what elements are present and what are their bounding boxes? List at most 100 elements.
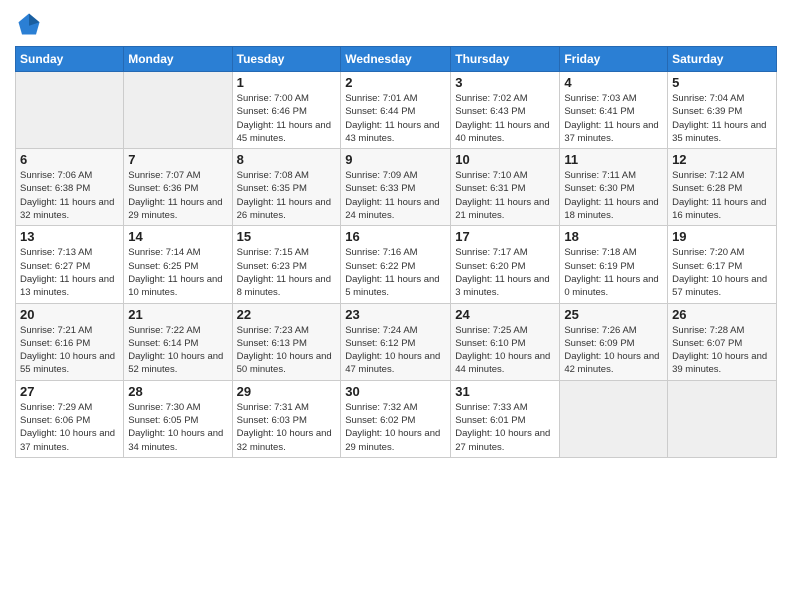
calendar-day-header: Thursday — [451, 47, 560, 72]
day-info: Sunrise: 7:26 AM Sunset: 6:09 PM Dayligh… — [564, 324, 663, 377]
day-number: 17 — [455, 229, 555, 244]
day-number: 24 — [455, 307, 555, 322]
calendar-day-header: Friday — [560, 47, 668, 72]
day-info: Sunrise: 7:33 AM Sunset: 6:01 PM Dayligh… — [455, 401, 555, 454]
day-info: Sunrise: 7:08 AM Sunset: 6:35 PM Dayligh… — [237, 169, 337, 222]
calendar-cell: 5Sunrise: 7:04 AM Sunset: 6:39 PM Daylig… — [668, 72, 777, 149]
day-info: Sunrise: 7:16 AM Sunset: 6:22 PM Dayligh… — [345, 246, 446, 299]
calendar-cell: 17 Sunrise: 7:17 AM Sunset: 6:20 PM Dayli… — [451, 226, 560, 303]
calendar-cell: 6 Sunrise: 7:06 AM Sunset: 6:38 PM Daylig… — [16, 149, 124, 226]
page: SundayMondayTuesdayWednesdayThursdayFrid… — [0, 0, 792, 612]
header — [15, 10, 777, 38]
calendar-day-header: Wednesday — [341, 47, 451, 72]
calendar-cell: 15 Sunrise: 7:15 AM Sunset: 6:23 PM Dayli… — [232, 226, 341, 303]
calendar-cell: 16 Sunrise: 7:16 AM Sunset: 6:22 PM Dayli… — [341, 226, 451, 303]
day-number: 7 — [128, 152, 227, 167]
calendar-cell: 24 Sunrise: 7:25 AM Sunset: 6:10 PM Dayli… — [451, 303, 560, 380]
calendar-week-row: 1 Sunrise: 7:00 AM Sunset: 6:46 PM Daylig… — [16, 72, 777, 149]
calendar-cell: 25 Sunrise: 7:26 AM Sunset: 6:09 PM Dayli… — [560, 303, 668, 380]
day-info: Sunrise: 7:03 AM Sunset: 6:41 PM Dayligh… — [564, 92, 663, 145]
day-info: Sunrise: 7:30 AM Sunset: 6:05 PM Dayligh… — [128, 401, 227, 454]
calendar-cell: 13 Sunrise: 7:13 AM Sunset: 6:27 PM Dayli… — [16, 226, 124, 303]
day-number: 10 — [455, 152, 555, 167]
calendar-cell: 9 Sunrise: 7:09 AM Sunset: 6:33 PM Daylig… — [341, 149, 451, 226]
calendar-cell: 21 Sunrise: 7:22 AM Sunset: 6:14 PM Dayli… — [124, 303, 232, 380]
day-info: Sunrise: 7:15 AM Sunset: 6:23 PM Dayligh… — [237, 246, 337, 299]
day-info: Sunrise: 7:12 AM Sunset: 6:28 PM Dayligh… — [672, 169, 772, 222]
day-number: 18 — [564, 229, 663, 244]
calendar-day-header: Monday — [124, 47, 232, 72]
calendar-header-row: SundayMondayTuesdayWednesdayThursdayFrid… — [16, 47, 777, 72]
calendar-cell: 4 Sunrise: 7:03 AM Sunset: 6:41 PM Daylig… — [560, 72, 668, 149]
calendar: SundayMondayTuesdayWednesdayThursdayFrid… — [15, 46, 777, 458]
day-number: 19 — [672, 229, 772, 244]
calendar-cell: 2 Sunrise: 7:01 AM Sunset: 6:44 PM Daylig… — [341, 72, 451, 149]
day-info: Sunrise: 7:10 AM Sunset: 6:31 PM Dayligh… — [455, 169, 555, 222]
day-number: 3 — [455, 75, 555, 90]
day-number: 12 — [672, 152, 772, 167]
calendar-cell: 26Sunrise: 7:28 AM Sunset: 6:07 PM Dayli… — [668, 303, 777, 380]
day-number: 4 — [564, 75, 663, 90]
calendar-day-header: Tuesday — [232, 47, 341, 72]
day-number: 1 — [237, 75, 337, 90]
calendar-cell: 1 Sunrise: 7:00 AM Sunset: 6:46 PM Daylig… — [232, 72, 341, 149]
calendar-cell: 28 Sunrise: 7:30 AM Sunset: 6:05 PM Dayli… — [124, 380, 232, 457]
day-number: 23 — [345, 307, 446, 322]
day-info: Sunrise: 7:21 AM Sunset: 6:16 PM Dayligh… — [20, 324, 119, 377]
day-number: 6 — [20, 152, 119, 167]
calendar-cell: 14Sunrise: 7:14 AM Sunset: 6:25 PM Dayli… — [124, 226, 232, 303]
day-info: Sunrise: 7:14 AM Sunset: 6:25 PM Dayligh… — [128, 246, 227, 299]
day-info: Sunrise: 7:20 AM Sunset: 6:17 PM Dayligh… — [672, 246, 772, 299]
calendar-cell: 12 Sunrise: 7:12 AM Sunset: 6:28 PM Dayli… — [668, 149, 777, 226]
day-number: 16 — [345, 229, 446, 244]
calendar-cell: 3Sunrise: 7:02 AM Sunset: 6:43 PM Daylig… — [451, 72, 560, 149]
calendar-cell — [16, 72, 124, 149]
day-number: 29 — [237, 384, 337, 399]
calendar-cell: 20 Sunrise: 7:21 AM Sunset: 6:16 PM Dayli… — [16, 303, 124, 380]
day-info: Sunrise: 7:00 AM Sunset: 6:46 PM Dayligh… — [237, 92, 337, 145]
day-info: Sunrise: 7:01 AM Sunset: 6:44 PM Dayligh… — [345, 92, 446, 145]
day-number: 28 — [128, 384, 227, 399]
day-info: Sunrise: 7:09 AM Sunset: 6:33 PM Dayligh… — [345, 169, 446, 222]
calendar-cell: 10 Sunrise: 7:10 AM Sunset: 6:31 PM Dayli… — [451, 149, 560, 226]
day-number: 5 — [672, 75, 772, 90]
day-info: Sunrise: 7:07 AM Sunset: 6:36 PM Dayligh… — [128, 169, 227, 222]
day-info: Sunrise: 7:13 AM Sunset: 6:27 PM Dayligh… — [20, 246, 119, 299]
calendar-cell — [560, 380, 668, 457]
calendar-cell: 7 Sunrise: 7:07 AM Sunset: 6:36 PM Daylig… — [124, 149, 232, 226]
day-info: Sunrise: 7:24 AM Sunset: 6:12 PM Dayligh… — [345, 324, 446, 377]
day-number: 21 — [128, 307, 227, 322]
day-number: 2 — [345, 75, 446, 90]
day-number: 11 — [564, 152, 663, 167]
calendar-cell: 23 Sunrise: 7:24 AM Sunset: 6:12 PM Dayli… — [341, 303, 451, 380]
day-info: Sunrise: 7:25 AM Sunset: 6:10 PM Dayligh… — [455, 324, 555, 377]
logo — [15, 10, 47, 38]
day-number: 9 — [345, 152, 446, 167]
day-number: 22 — [237, 307, 337, 322]
day-number: 20 — [20, 307, 119, 322]
day-info: Sunrise: 7:06 AM Sunset: 6:38 PM Dayligh… — [20, 169, 119, 222]
calendar-week-row: 13 Sunrise: 7:13 AM Sunset: 6:27 PM Dayli… — [16, 226, 777, 303]
day-number: 15 — [237, 229, 337, 244]
calendar-cell: 27 Sunrise: 7:29 AM Sunset: 6:06 PM Dayli… — [16, 380, 124, 457]
day-info: Sunrise: 7:22 AM Sunset: 6:14 PM Dayligh… — [128, 324, 227, 377]
calendar-cell: 22 Sunrise: 7:23 AM Sunset: 6:13 PM Dayli… — [232, 303, 341, 380]
day-number: 25 — [564, 307, 663, 322]
calendar-cell — [668, 380, 777, 457]
day-number: 27 — [20, 384, 119, 399]
day-info: Sunrise: 7:31 AM Sunset: 6:03 PM Dayligh… — [237, 401, 337, 454]
calendar-cell — [124, 72, 232, 149]
day-info: Sunrise: 7:11 AM Sunset: 6:30 PM Dayligh… — [564, 169, 663, 222]
calendar-cell: 18Sunrise: 7:18 AM Sunset: 6:19 PM Dayli… — [560, 226, 668, 303]
calendar-cell: 19 Sunrise: 7:20 AM Sunset: 6:17 PM Dayli… — [668, 226, 777, 303]
day-number: 31 — [455, 384, 555, 399]
day-number: 13 — [20, 229, 119, 244]
calendar-week-row: 6 Sunrise: 7:06 AM Sunset: 6:38 PM Daylig… — [16, 149, 777, 226]
day-info: Sunrise: 7:29 AM Sunset: 6:06 PM Dayligh… — [20, 401, 119, 454]
day-info: Sunrise: 7:23 AM Sunset: 6:13 PM Dayligh… — [237, 324, 337, 377]
calendar-day-header: Saturday — [668, 47, 777, 72]
logo-icon — [15, 10, 43, 38]
calendar-cell: 8Sunrise: 7:08 AM Sunset: 6:35 PM Daylig… — [232, 149, 341, 226]
day-info: Sunrise: 7:28 AM Sunset: 6:07 PM Dayligh… — [672, 324, 772, 377]
day-info: Sunrise: 7:17 AM Sunset: 6:20 PM Dayligh… — [455, 246, 555, 299]
